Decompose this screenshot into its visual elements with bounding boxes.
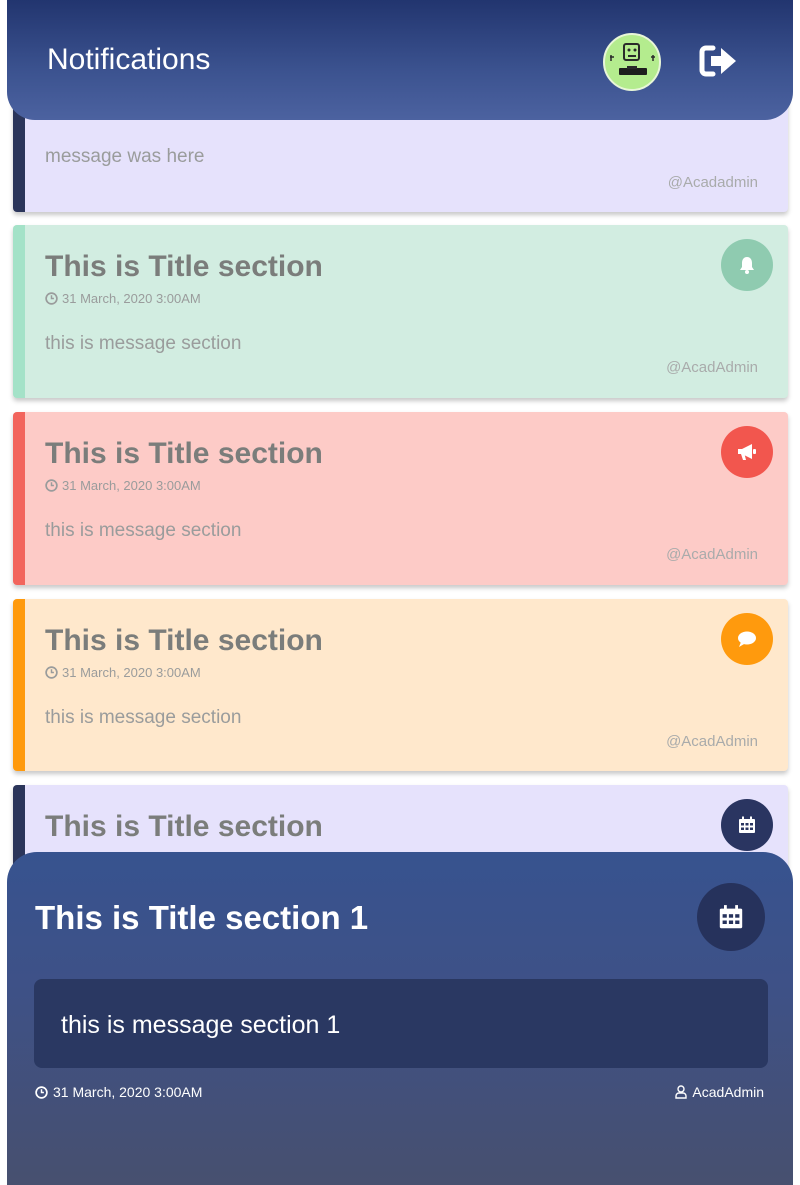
card-accent-stripe (13, 599, 25, 771)
notification-card[interactable]: This is Title section 31 March, 2020 3:0… (13, 599, 788, 771)
card-title: This is Title section (45, 810, 323, 843)
card-date: 31 March, 2020 3:00AM (45, 478, 201, 493)
clock-icon (35, 1085, 48, 1099)
comment-icon (738, 631, 756, 647)
card-author: @AcadAdmin (666, 546, 758, 563)
calendar-icon (739, 816, 755, 833)
detail-author: AcadAdmin (675, 1084, 764, 1100)
detail-title: This is Title section 1 (35, 899, 369, 936)
clock-icon (45, 292, 58, 305)
card-accent-stripe (13, 225, 25, 398)
user-icon (675, 1085, 688, 1099)
page-title: Notifications (47, 43, 211, 76)
notification-detail-sheet[interactable]: This is Title section 1 this is message … (7, 852, 793, 1185)
card-title: This is Title section (45, 624, 323, 657)
detail-date-text: 31 March, 2020 3:00AM (53, 1084, 203, 1100)
bullhorn-icon-button[interactable] (721, 426, 773, 478)
notification-card[interactable]: This is Title section 31 March, 2020 3:0… (13, 412, 788, 585)
clock-icon (45, 666, 58, 679)
card-date-text: 31 March, 2020 3:00AM (62, 665, 201, 680)
card-accent-stripe (13, 412, 25, 585)
detail-message-box: this is message section 1 (34, 979, 768, 1068)
card-title: This is Title section (45, 437, 323, 470)
card-author: @Acadadmin (667, 174, 758, 191)
bell-icon (740, 257, 754, 274)
user-avatar[interactable] (603, 33, 661, 91)
card-date: 31 March, 2020 3:00AM (45, 291, 201, 306)
notification-card[interactable]: This is Title section 31 March, 2020 3:0… (13, 225, 788, 398)
card-date-text: 31 March, 2020 3:00AM (62, 291, 201, 306)
clock-icon (45, 479, 58, 492)
card-message: this is message section (45, 707, 242, 728)
card-message: message was here (45, 146, 205, 167)
sign-out-icon (699, 45, 736, 77)
card-date-text: 31 March, 2020 3:00AM (62, 478, 201, 493)
card-message: this is message section (45, 333, 242, 354)
robot-avatar-icon (610, 43, 655, 75)
detail-calendar-button[interactable] (697, 883, 765, 951)
card-date: 31 March, 2020 3:00AM (45, 665, 201, 680)
detail-message: this is message section 1 (61, 1011, 341, 1039)
detail-author-text: AcadAdmin (692, 1084, 764, 1100)
comment-icon-button[interactable] (721, 613, 773, 665)
card-author: @AcadAdmin (666, 733, 758, 750)
card-author: @AcadAdmin (666, 359, 758, 376)
bell-icon-button[interactable] (721, 239, 773, 291)
bullhorn-icon (738, 444, 756, 460)
detail-date: 31 March, 2020 3:00AM (35, 1084, 202, 1100)
card-title: This is Title section (45, 250, 323, 283)
calendar-icon (719, 905, 743, 929)
logout-button[interactable] (699, 42, 739, 80)
calendar-icon-button[interactable] (721, 799, 773, 851)
app-header: Notifications (7, 0, 793, 120)
card-message: this is message section (45, 520, 242, 541)
